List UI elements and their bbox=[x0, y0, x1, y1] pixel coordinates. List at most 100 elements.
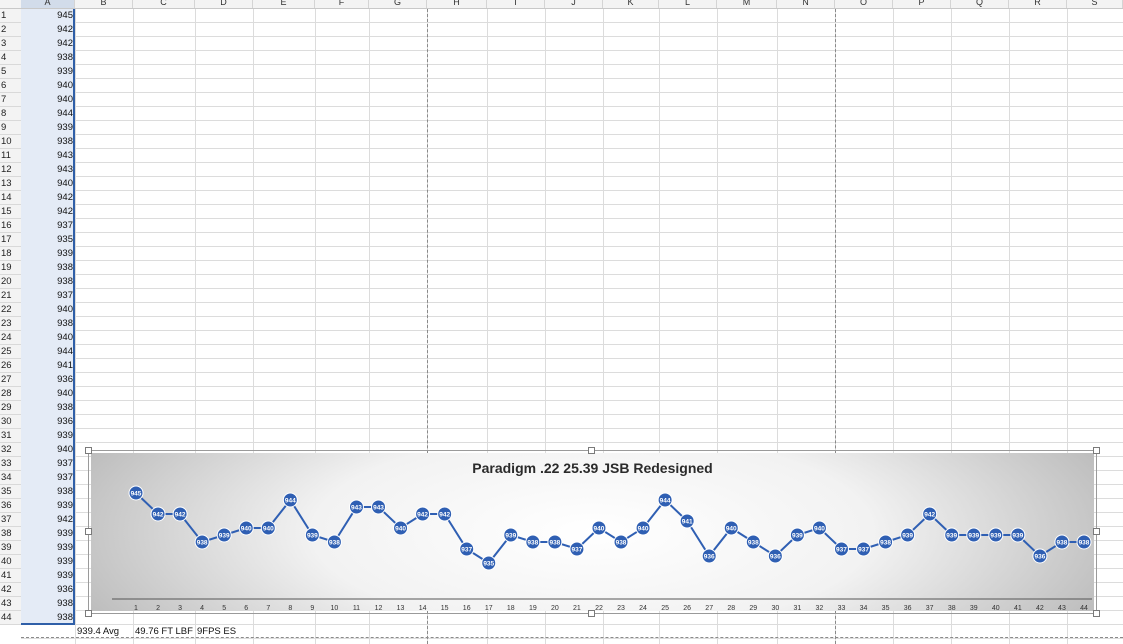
data-label: 938 bbox=[1057, 539, 1068, 546]
data-point: 942 bbox=[437, 506, 453, 522]
data-label: 942 bbox=[924, 511, 935, 518]
data-point: 939 bbox=[1010, 527, 1026, 543]
data-point: 941 bbox=[679, 513, 695, 529]
line-chart: 1 2 3 4 5 6 7 8 9 10 11 12 13 14 15 16 17 18 19 20 21 22 23 24 2… bbox=[112, 485, 1092, 612]
data-label: 935 bbox=[483, 560, 494, 567]
x-tick-label: 7 bbox=[266, 605, 270, 612]
x-tick-label: 9 bbox=[310, 605, 314, 612]
data-label: 938 bbox=[616, 539, 627, 546]
data-label: 943 bbox=[351, 504, 362, 511]
data-point: 937 bbox=[569, 541, 585, 557]
x-tick-label: 27 bbox=[705, 605, 713, 612]
x-tick-label: 32 bbox=[816, 605, 824, 612]
x-tick-label: 36 bbox=[904, 605, 912, 612]
data-point: 939 bbox=[216, 527, 232, 543]
x-tick-label: 2 bbox=[156, 605, 160, 612]
data-point: 938 bbox=[745, 534, 761, 550]
x-tick-label: 10 bbox=[331, 605, 339, 612]
data-label: 939 bbox=[505, 532, 516, 539]
x-tick-label: 26 bbox=[683, 605, 691, 612]
data-label: 939 bbox=[1012, 532, 1023, 539]
data-label: 937 bbox=[836, 546, 847, 553]
data-label: 939 bbox=[968, 532, 979, 539]
data-label: 941 bbox=[682, 518, 693, 525]
x-tick-label: 5 bbox=[222, 605, 226, 612]
x-tick-label: 39 bbox=[970, 605, 978, 612]
x-tick-label: 3 bbox=[178, 605, 182, 612]
data-label: 938 bbox=[880, 539, 891, 546]
data-label: 944 bbox=[285, 497, 296, 504]
data-label: 936 bbox=[704, 553, 715, 560]
data-label: 939 bbox=[990, 532, 1001, 539]
x-tick-label: 19 bbox=[529, 605, 537, 612]
data-label: 945 bbox=[131, 490, 142, 497]
data-point: 940 bbox=[238, 520, 254, 536]
data-point: 937 bbox=[856, 541, 872, 557]
data-point: 945 bbox=[128, 485, 144, 501]
x-tick-label: 18 bbox=[507, 605, 515, 612]
data-label: 938 bbox=[549, 539, 560, 546]
data-label: 940 bbox=[638, 525, 649, 532]
x-tick-label: 17 bbox=[485, 605, 493, 612]
data-label: 940 bbox=[395, 525, 406, 532]
x-tick-label: 33 bbox=[838, 605, 846, 612]
data-label: 940 bbox=[726, 525, 737, 532]
data-point: 943 bbox=[348, 499, 364, 515]
x-tick-label: 35 bbox=[882, 605, 890, 612]
data-point: 935 bbox=[481, 555, 497, 571]
data-point: 939 bbox=[988, 527, 1004, 543]
data-label: 939 bbox=[792, 532, 803, 539]
x-tick-label: 12 bbox=[375, 605, 383, 612]
data-point: 939 bbox=[304, 527, 320, 543]
data-point: 938 bbox=[525, 534, 541, 550]
data-point: 944 bbox=[282, 492, 298, 508]
data-point: 938 bbox=[1054, 534, 1070, 550]
data-point: 936 bbox=[767, 548, 783, 564]
data-label: 940 bbox=[594, 525, 605, 532]
data-point: 939 bbox=[900, 527, 916, 543]
x-tick-label: 20 bbox=[551, 605, 559, 612]
data-point: 938 bbox=[194, 534, 210, 550]
x-tick-label: 29 bbox=[749, 605, 757, 612]
x-tick-label: 1 bbox=[134, 605, 138, 612]
x-tick-label: 22 bbox=[595, 605, 603, 612]
data-label: 939 bbox=[307, 532, 318, 539]
data-label: 942 bbox=[439, 511, 450, 518]
data-point: 937 bbox=[833, 541, 849, 557]
data-label: 939 bbox=[946, 532, 957, 539]
x-tick-label: 21 bbox=[573, 605, 581, 612]
data-label: 937 bbox=[572, 546, 583, 553]
data-point: 942 bbox=[415, 506, 431, 522]
x-tick-label: 25 bbox=[661, 605, 669, 612]
x-tick-label: 41 bbox=[1014, 605, 1022, 612]
x-tick-label: 6 bbox=[244, 605, 248, 612]
x-tick-label: 8 bbox=[288, 605, 292, 612]
data-label: 942 bbox=[175, 511, 186, 518]
data-point: 938 bbox=[878, 534, 894, 550]
data-label: 939 bbox=[219, 532, 230, 539]
data-point: 940 bbox=[635, 520, 651, 536]
data-point: 939 bbox=[966, 527, 982, 543]
data-label: 936 bbox=[1034, 553, 1045, 560]
series-line bbox=[135, 492, 1084, 565]
x-tick-label: 15 bbox=[441, 605, 449, 612]
data-point: 938 bbox=[1076, 534, 1092, 550]
data-point: 938 bbox=[547, 534, 563, 550]
x-tick-label: 11 bbox=[353, 605, 360, 612]
data-point: 939 bbox=[944, 527, 960, 543]
data-label: 937 bbox=[858, 546, 869, 553]
data-point: 938 bbox=[613, 534, 629, 550]
data-label: 939 bbox=[902, 532, 913, 539]
x-tick-label: 14 bbox=[419, 605, 427, 612]
x-tick-label: 13 bbox=[397, 605, 405, 612]
data-point: 940 bbox=[811, 520, 827, 536]
data-label: 942 bbox=[153, 511, 164, 518]
data-label: 938 bbox=[197, 539, 208, 546]
data-label: 940 bbox=[263, 525, 274, 532]
data-point: 940 bbox=[260, 520, 276, 536]
data-point: 939 bbox=[503, 527, 519, 543]
x-tick-label: 23 bbox=[617, 605, 625, 612]
data-point: 942 bbox=[150, 506, 166, 522]
x-tick-label: 28 bbox=[727, 605, 735, 612]
data-point: 942 bbox=[922, 506, 938, 522]
